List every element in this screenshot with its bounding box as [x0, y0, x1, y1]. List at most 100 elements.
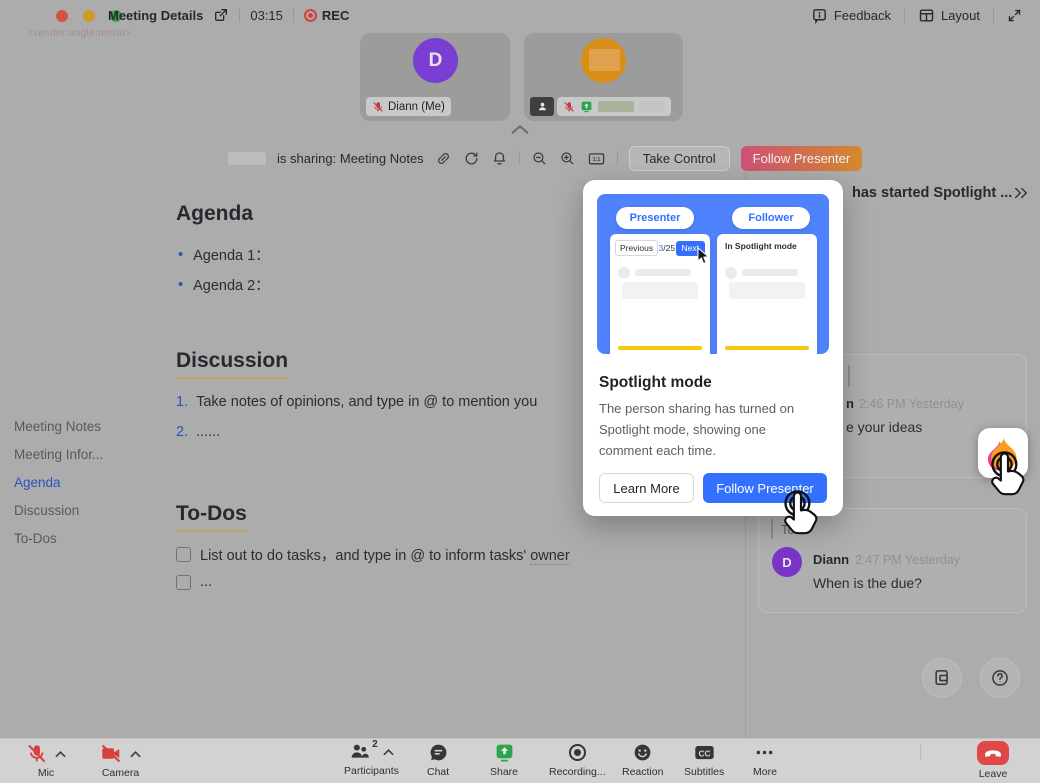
- more-button[interactable]: More: [753, 742, 777, 778]
- svg-text:1:1: 1:1: [592, 157, 600, 163]
- comments-button[interactable]: [922, 658, 962, 698]
- quote-bar: [771, 519, 773, 539]
- bullet-icon: •: [178, 247, 183, 263]
- avatar: D: [413, 38, 458, 83]
- todo-checkbox[interactable]: [176, 575, 191, 590]
- meeting-title: Meeting Details: [108, 8, 203, 23]
- follower-preview-card: In Spotlight mode: [717, 234, 817, 354]
- note-comment-icon: [932, 668, 952, 688]
- spotlight-mode-label: In Spotlight mode: [717, 234, 817, 251]
- presenter-pill: Presenter: [616, 207, 694, 229]
- outline-item-meeting-notes[interactable]: Meeting Notes: [14, 419, 101, 434]
- actual-size-icon[interactable]: 1:1: [587, 150, 606, 167]
- leave-button[interactable]: Leave: [977, 741, 1009, 780]
- pointer-cursor-icon: [696, 247, 711, 265]
- placeholder-line: [742, 269, 798, 276]
- video-tile-self[interactable]: D Diann (Me): [360, 33, 510, 121]
- previous-button: Previous: [615, 240, 658, 256]
- subtitles-button[interactable]: CC Subtitles: [684, 742, 724, 778]
- doc-heading-todos: To-Dos: [176, 502, 247, 532]
- todo-item: List out to do tasks，and type in @ to in…: [176, 544, 570, 565]
- list-number: 1.: [176, 394, 188, 410]
- copy-link-icon[interactable]: [435, 150, 452, 167]
- comment-timestamp: 2:46 PM Yesterday: [859, 397, 964, 411]
- follow-presenter-flame-button[interactable]: [978, 428, 1028, 478]
- minimize-window-button[interactable]: [83, 10, 95, 22]
- participants-button[interactable]: 2 Participants: [344, 741, 399, 777]
- placeholder-line: [635, 269, 691, 276]
- learn-more-button[interactable]: Learn More: [599, 473, 694, 503]
- video-tile-presenter[interactable]: [524, 33, 683, 121]
- zoom-out-icon[interactable]: [531, 150, 548, 167]
- titlebar-divider: [239, 8, 240, 22]
- share-button[interactable]: Share: [490, 742, 518, 778]
- quote-bar: [848, 365, 850, 387]
- close-window-button[interactable]: [56, 10, 68, 22]
- highlight-bar: [725, 346, 809, 350]
- placeholder-avatar: [725, 267, 737, 279]
- outline-item-meeting-info[interactable]: Meeting Infor...: [14, 447, 103, 462]
- participant-name-badge: [557, 97, 671, 116]
- blurred-name-block: [639, 101, 665, 112]
- rec-label: REC: [322, 8, 349, 23]
- blurred-name-overlay: [589, 49, 620, 71]
- layout-button[interactable]: Layout: [918, 7, 980, 24]
- blurred-name-block: [598, 101, 634, 112]
- doc-heading-agenda: Agenda: [176, 202, 253, 226]
- titlebar-divider: [904, 9, 905, 23]
- screen-share-icon: [580, 100, 593, 113]
- placeholder-block: [622, 282, 698, 299]
- mic-off-icon: [563, 101, 575, 113]
- collapse-panel-icon[interactable]: [1012, 184, 1030, 202]
- list-number: 2.: [176, 424, 188, 440]
- hangup-icon: [983, 746, 1003, 760]
- follow-presenter-top-button[interactable]: Follow Presenter: [741, 146, 863, 171]
- sharebar-divider: [617, 151, 618, 165]
- mic-options-chevron-icon[interactable]: [55, 750, 66, 758]
- follower-pill: Follower: [732, 207, 810, 229]
- collapse-videos-chevron-icon[interactable]: [509, 123, 531, 135]
- camera-options-chevron-icon[interactable]: [130, 750, 141, 758]
- cc-icon: CC: [693, 742, 716, 763]
- zoom-in-icon[interactable]: [559, 150, 576, 167]
- dialog-title: Spotlight mode: [599, 374, 712, 392]
- take-control-button[interactable]: Take Control: [629, 146, 730, 171]
- notification-bell-icon[interactable]: [491, 150, 508, 167]
- refresh-icon[interactable]: [463, 150, 480, 167]
- outline-item-agenda[interactable]: Agenda: [14, 475, 61, 490]
- more-dots-icon: [754, 742, 775, 763]
- camera-off-icon: [100, 743, 122, 764]
- participants-options-chevron-icon[interactable]: [383, 748, 394, 756]
- mic-button[interactable]: Mic: [26, 743, 66, 779]
- comment-message: e your ideas: [846, 419, 922, 435]
- help-icon: [990, 668, 1010, 688]
- participants-count-badge: 2: [372, 739, 378, 750]
- layout-icon: [918, 7, 935, 24]
- outline-item-discussion[interactable]: Discussion: [14, 503, 79, 518]
- help-button[interactable]: [980, 658, 1020, 698]
- chat-icon: [428, 742, 449, 763]
- outline-item-todos[interactable]: To-Dos: [14, 531, 57, 546]
- spotlight-illustration: Presenter Follower Previous 3/25 Next In…: [597, 194, 829, 354]
- doc-heading-discussion: Discussion: [176, 349, 288, 379]
- reaction-button[interactable]: Reaction: [622, 742, 663, 778]
- recording-indicator: REC: [304, 8, 349, 23]
- todo-checkbox[interactable]: [176, 547, 191, 562]
- feedback-button[interactable]: Feedback: [811, 7, 891, 24]
- discussion-item: 1.Take notes of opinions, and type in @ …: [176, 394, 582, 410]
- open-meeting-details-icon[interactable]: [213, 7, 229, 23]
- mic-off-icon: [26, 743, 47, 764]
- chat-button[interactable]: Chat: [427, 742, 449, 778]
- participant-name: Diann (Me): [388, 101, 445, 113]
- participant-name-badge: Diann (Me): [366, 97, 451, 116]
- spellcheck-word: owner: [530, 548, 570, 565]
- fullscreen-icon[interactable]: [1007, 8, 1022, 23]
- recording-icon: [567, 742, 588, 763]
- sharing-status-text: is sharing: Meeting Notes: [277, 151, 424, 166]
- presenter-preview-card: Previous 3/25 Next: [610, 234, 710, 354]
- camera-button[interactable]: Camera: [100, 743, 141, 779]
- recording-button[interactable]: Recording...: [549, 742, 606, 778]
- follow-presenter-dialog-button[interactable]: Follow Presenter: [703, 473, 827, 503]
- spotlight-mode-dialog: Presenter Follower Previous 3/25 Next In…: [583, 180, 843, 516]
- smiley-icon: [632, 742, 653, 763]
